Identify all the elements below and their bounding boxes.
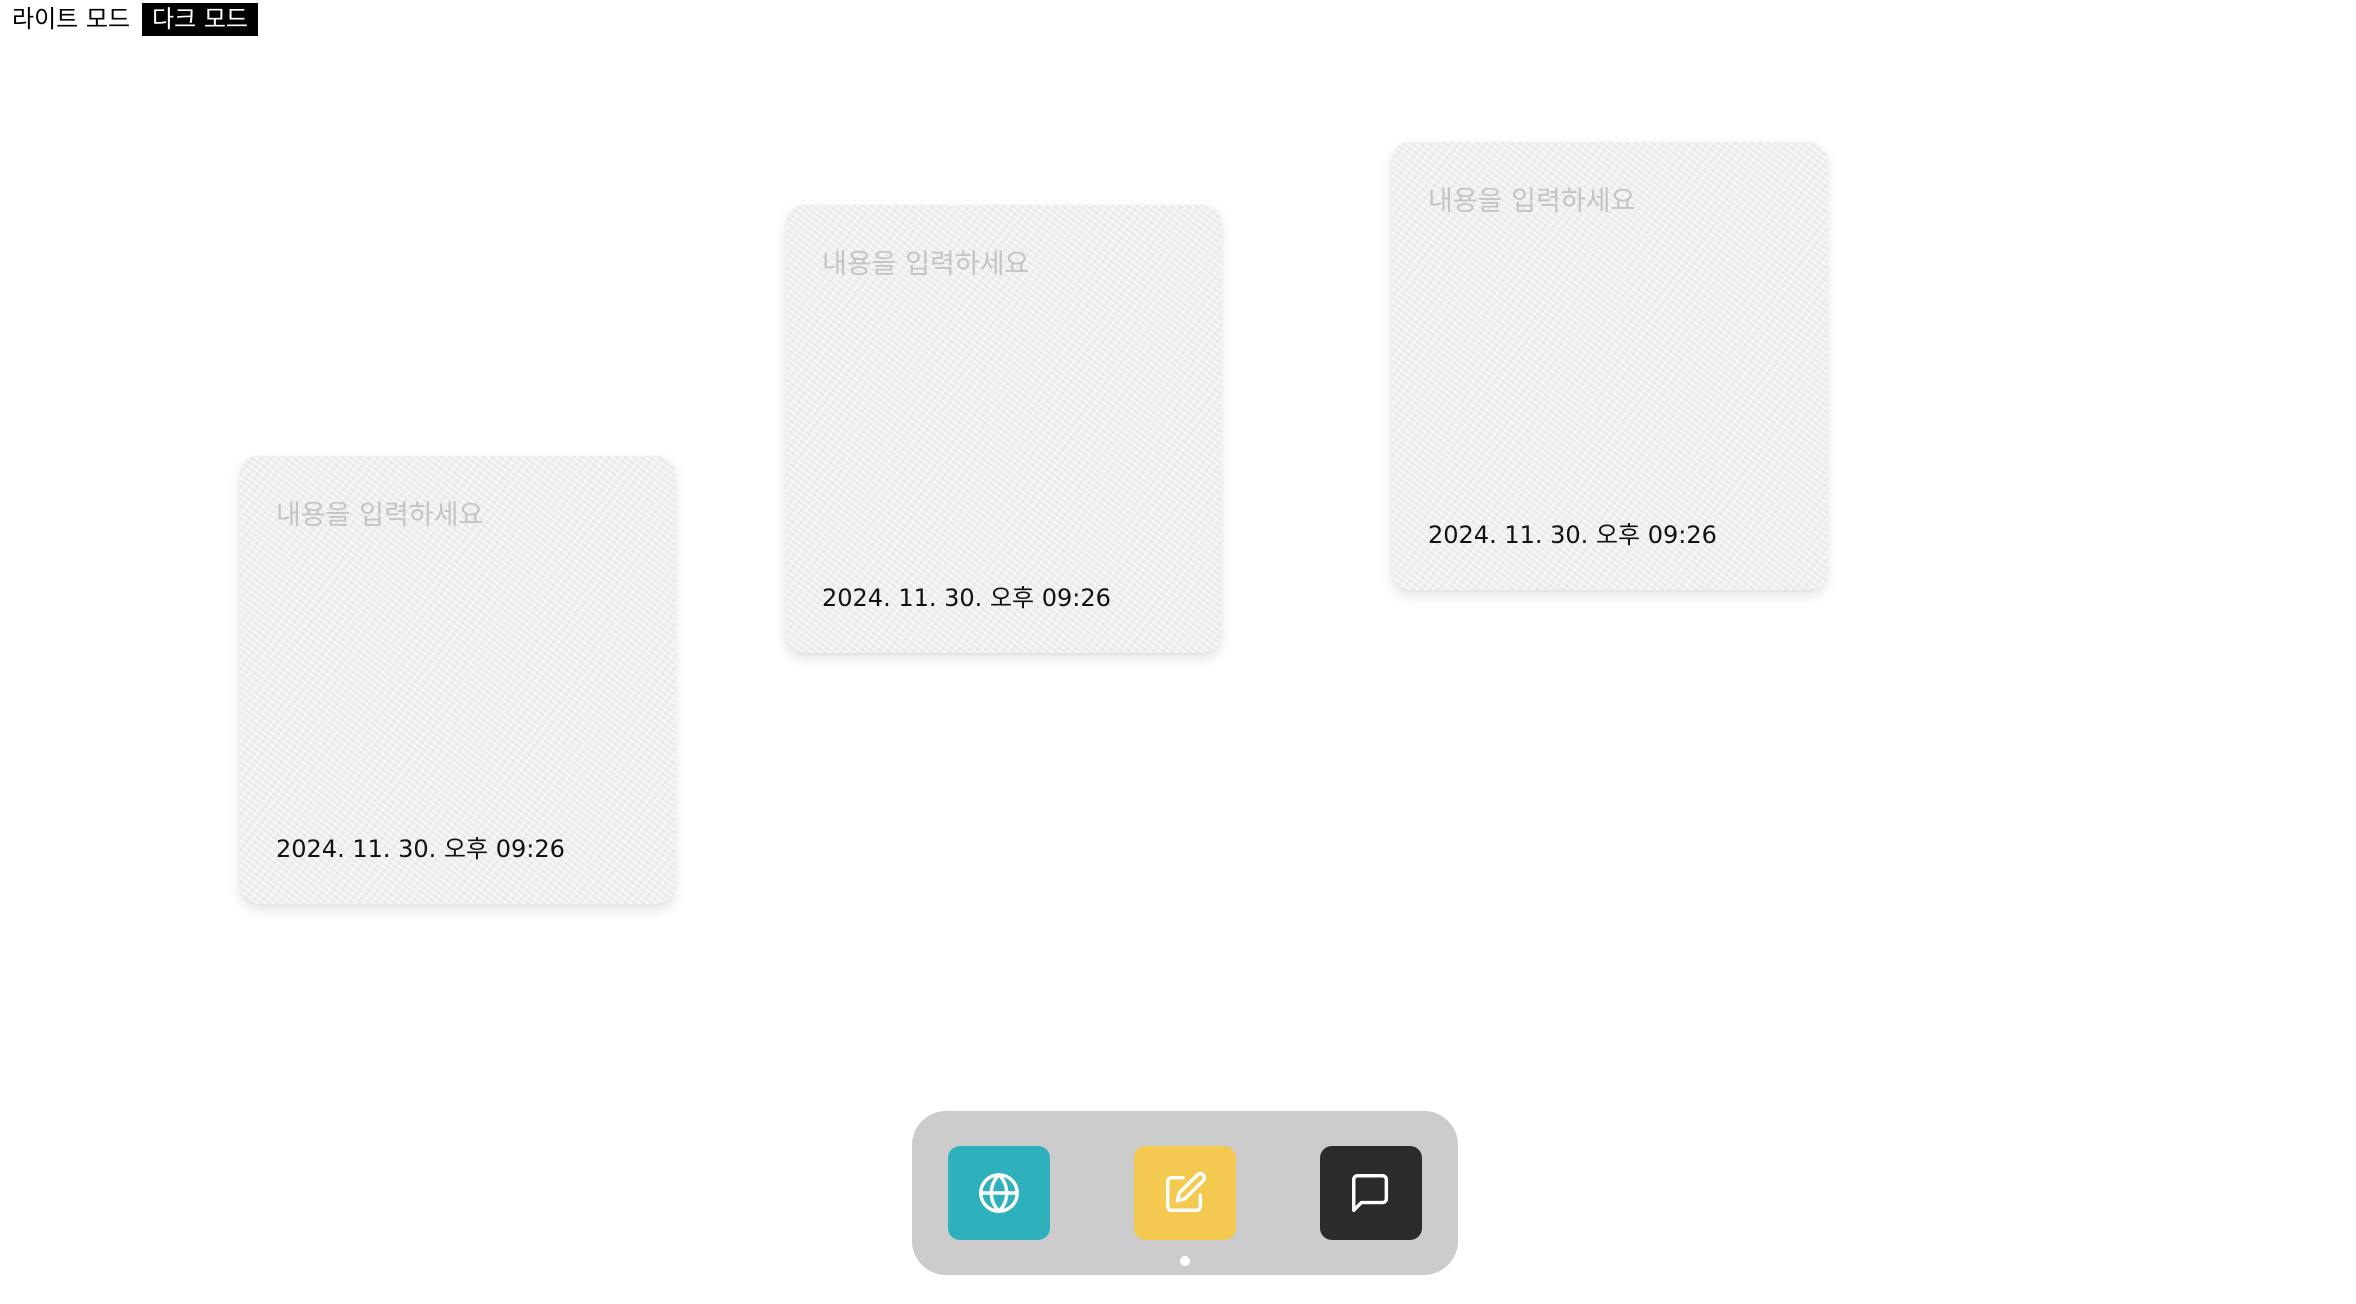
dock bbox=[912, 1111, 1458, 1275]
note-content-input[interactable] bbox=[822, 249, 1182, 280]
mode-switch: 라이트 모드 다크 모드 bbox=[10, 3, 258, 36]
note-date: 2024. 11. 30. 오후 09:26 bbox=[1428, 521, 1717, 549]
active-app-indicator bbox=[1180, 1256, 1190, 1266]
sticky-note-1[interactable]: 2024. 11. 30. 오후 09:26 bbox=[240, 456, 675, 904]
note-content-input[interactable] bbox=[1428, 186, 1788, 217]
light-mode-button[interactable]: 라이트 모드 bbox=[10, 3, 132, 36]
note-content-input[interactable] bbox=[276, 500, 636, 531]
edit-icon bbox=[1166, 1171, 1207, 1212]
note-date: 2024. 11. 30. 오후 09:26 bbox=[276, 835, 565, 863]
dark-mode-button[interactable]: 다크 모드 bbox=[142, 3, 258, 36]
sticky-note-3[interactable]: 2024. 11. 30. 오후 09:26 bbox=[1392, 142, 1827, 590]
globe-icon bbox=[979, 1173, 1019, 1213]
dock-app-chat[interactable] bbox=[1320, 1146, 1422, 1240]
dock-app-notes[interactable] bbox=[1134, 1146, 1236, 1240]
message-icon bbox=[1352, 1174, 1389, 1212]
note-date: 2024. 11. 30. 오후 09:26 bbox=[822, 584, 1111, 612]
sticky-note-2[interactable]: 2024. 11. 30. 오후 09:26 bbox=[786, 205, 1221, 653]
dock-app-browser[interactable] bbox=[948, 1146, 1050, 1240]
